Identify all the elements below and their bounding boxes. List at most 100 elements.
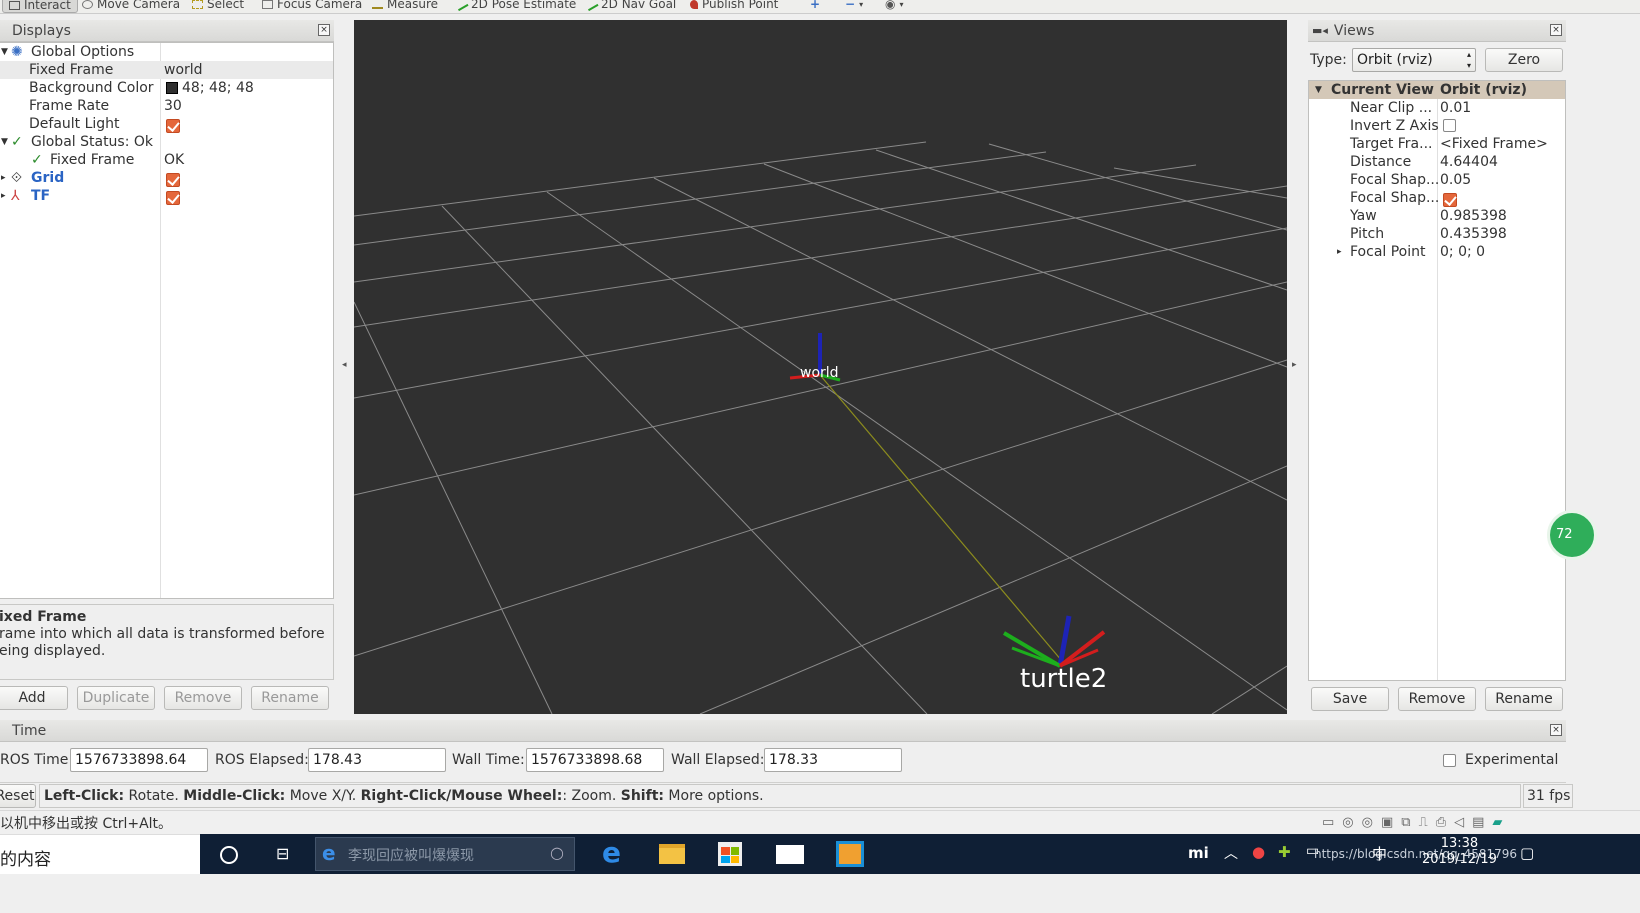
wall-elapsed-field[interactable]: 178.33 — [764, 748, 902, 772]
tool-publish-point[interactable]: Publish Point — [690, 0, 778, 12]
printer-icon[interactable]: ⎙ — [1436, 815, 1446, 830]
network-icon[interactable]: ⧉ — [1401, 815, 1410, 830]
tool-2d-nav-goal[interactable]: 2D Nav Goal — [584, 0, 676, 12]
tree-row-status-fixed-frame[interactable]: ✓ Fixed Frame OK — [0, 151, 333, 169]
view-prop-distance[interactable]: Distance 4.64404 — [1309, 153, 1565, 171]
tool-2d-pose-estimate[interactable]: 2D Pose Estimate — [454, 0, 576, 12]
floppy-icon[interactable]: ▣ — [1381, 815, 1393, 830]
mail-icon[interactable] — [776, 845, 804, 864]
view-options-button[interactable]: ◉ ▾ — [885, 0, 904, 12]
vmware-icon[interactable] — [836, 841, 864, 867]
add-button[interactable]: Add — [0, 686, 68, 710]
tf-checkbox[interactable] — [166, 191, 180, 205]
tree-row-frame-rate[interactable]: Frame Rate 30 — [0, 97, 333, 115]
expand-arrow-icon[interactable]: ▼ — [1, 133, 8, 151]
tray-app-icon[interactable]: ✚ — [1278, 843, 1291, 861]
remove-display-button[interactable]: Remove — [164, 686, 242, 710]
tool-move-camera[interactable]: Move Camera — [82, 0, 180, 12]
grid-checkbox[interactable] — [166, 173, 180, 187]
notification-icon[interactable]: ▢ — [1520, 844, 1534, 862]
tool-measure[interactable]: Measure — [372, 0, 438, 12]
tree-row-tf[interactable]: ▸ ⅄ TF — [0, 187, 333, 205]
cd-icon[interactable]: ◎ — [1362, 815, 1373, 830]
tree-row-fixed-frame[interactable]: Fixed Frame world — [0, 61, 333, 79]
view-prop-yaw[interactable]: Yaw 0.985398 — [1309, 207, 1565, 225]
view-prop-target-frame[interactable]: Target Fra... <Fixed Frame> — [1309, 135, 1565, 153]
floating-badge[interactable]: 72 — [1547, 510, 1597, 560]
expand-arrow-icon[interactable]: ▼ — [1, 43, 8, 61]
tf-link-line — [819, 374, 1063, 662]
expand-arrow-icon[interactable]: ▸ — [1337, 243, 1342, 261]
task-view-icon[interactable]: ⊟ — [276, 844, 289, 863]
window-text: 的内容 — [0, 850, 51, 870]
mi-icon[interactable]: mi — [1188, 844, 1209, 862]
close-icon[interactable]: × — [1550, 724, 1562, 736]
help-text: Left-Click: Rotate. Middle-Click: Move X… — [39, 784, 1521, 808]
expand-arrow-icon[interactable]: ▸ — [1, 187, 6, 205]
usb-icon[interactable]: ⎍ — [1419, 815, 1428, 830]
view-prop-focal-shape-fixed[interactable]: Focal Shap... — [1309, 189, 1565, 207]
tree-row-global-options[interactable]: ▼ ✺ Global Options — [0, 43, 333, 61]
view-type-select[interactable]: Orbit (rviz) ▴ ▾ — [1352, 48, 1476, 72]
wall-time-label: Wall Time: — [452, 752, 525, 768]
store-icon[interactable] — [718, 842, 742, 866]
zero-button[interactable]: Zero — [1485, 48, 1563, 72]
rename-display-button[interactable]: Rename — [251, 686, 329, 710]
collapse-right-icon[interactable]: ▸ — [1292, 360, 1297, 370]
tree-row-grid[interactable]: ▸ ⟐ Grid — [0, 169, 333, 187]
focal-shape-checkbox[interactable] — [1443, 193, 1457, 207]
collapse-left-icon[interactable]: ◂ — [342, 360, 347, 370]
view-prop-invert-z[interactable]: Invert Z Axis — [1309, 117, 1565, 135]
experimental-checkbox[interactable] — [1443, 754, 1456, 767]
display-icon[interactable]: ▤ — [1472, 815, 1484, 830]
tree-row-background-color[interactable]: Background Color 48; 48; 48 — [0, 79, 333, 97]
tree-row-global-status[interactable]: ▼ ✓ Global Status: Ok — [0, 133, 333, 151]
view-prop-near-clip[interactable]: Near Clip ... 0.01 — [1309, 99, 1565, 117]
tool-focus-camera[interactable]: Focus Camera — [262, 0, 362, 12]
tray-expand-icon[interactable]: ︿ — [1224, 843, 1238, 863]
cortana-icon[interactable] — [220, 846, 238, 864]
color-swatch[interactable] — [166, 82, 178, 94]
view-prop-focal-point[interactable]: ▸ Focal Point 0; 0; 0 — [1309, 243, 1565, 261]
wall-time-field[interactable]: 1576733898.68 — [526, 748, 664, 772]
current-view-header[interactable]: ▼ Current View Orbit (rviz) — [1309, 81, 1565, 99]
expand-arrow-icon[interactable]: ▼ — [1315, 81, 1322, 99]
ime-indicator[interactable]: 中 — [1372, 843, 1387, 864]
file-explorer-icon[interactable] — [659, 844, 685, 864]
edge-icon[interactable]: e — [602, 836, 621, 869]
rename-view-button[interactable]: Rename — [1485, 687, 1563, 711]
sound-icon[interactable]: ◁ — [1454, 815, 1464, 830]
background-window-strip: 的内容 — [0, 834, 200, 874]
globe-icon: ✺ — [11, 44, 23, 60]
qq-icon[interactable]: ● — [1252, 843, 1265, 861]
tool-select[interactable]: Select — [192, 0, 244, 12]
interact-icon — [9, 0, 20, 10]
time-title: Time — [12, 722, 47, 739]
dropdown-arrow-icon: ▾ — [859, 0, 864, 9]
invert-z-checkbox[interactable] — [1443, 119, 1456, 132]
message-icon[interactable]: ▰ — [1492, 815, 1502, 830]
remove-view-button[interactable]: Remove — [1398, 687, 1476, 711]
expand-arrow-icon[interactable]: ▸ — [1, 169, 6, 187]
taskbar-search[interactable]: e 李现回应被叫爆爆现 ○ — [315, 837, 575, 871]
default-light-checkbox[interactable] — [166, 119, 180, 133]
close-icon[interactable]: × — [318, 24, 330, 36]
close-icon[interactable]: × — [1550, 24, 1562, 36]
duplicate-button[interactable]: Duplicate — [77, 686, 155, 710]
search-icon: ○ — [550, 843, 564, 862]
turtle2-frame-axes — [1002, 615, 1106, 668]
view-prop-focal-shape-size[interactable]: Focal Shap... 0.05 — [1309, 171, 1565, 189]
hdd-icon[interactable]: ▭ — [1322, 815, 1334, 830]
ros-elapsed-field[interactable]: 178.43 — [308, 748, 446, 772]
tree-row-default-light[interactable]: Default Light — [0, 115, 333, 133]
ros-time-field[interactable]: 1576733898.64 — [70, 748, 208, 772]
remove-tool-button[interactable]: − ▾ — [845, 0, 863, 12]
cd-icon[interactable]: ◎ — [1342, 815, 1353, 830]
save-view-button[interactable]: Save — [1311, 687, 1389, 711]
add-tool-button[interactable]: + — [810, 0, 820, 12]
reset-button[interactable]: Reset — [0, 784, 36, 808]
clock[interactable]: 13:38 2019/12/19 — [1422, 836, 1497, 868]
view-prop-pitch[interactable]: Pitch 0.435398 — [1309, 225, 1565, 243]
render-viewport[interactable]: world turtle2 — [354, 20, 1287, 714]
tool-interact[interactable]: Interact — [2, 0, 78, 13]
